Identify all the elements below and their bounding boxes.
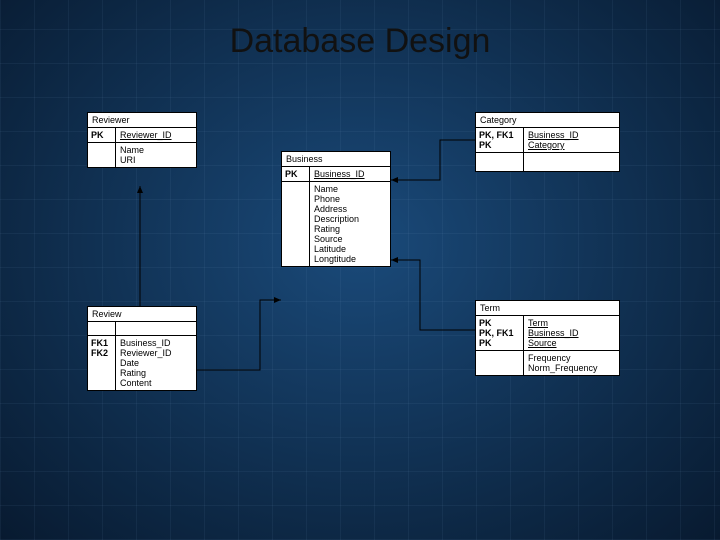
attrs: Frequency Norm_Frequency <box>524 351 619 375</box>
background-grid <box>0 0 720 540</box>
page-title: Database Design <box>0 22 720 61</box>
entity-reviewer: Reviewer PK Reviewer_ID Name URI <box>87 112 197 168</box>
pk-attr: Business_ID <box>310 167 390 181</box>
relationship-lines <box>0 0 720 540</box>
key-label: PK <box>88 128 116 142</box>
entity-header: Reviewer <box>88 113 196 128</box>
key-label <box>282 182 310 266</box>
entity-header: Business <box>282 152 390 167</box>
key-label <box>88 322 116 335</box>
pk-attr: Reviewer_ID <box>116 128 196 142</box>
entity-header: Term <box>476 301 619 316</box>
pk-attr: Term Business_ID Source <box>524 316 619 350</box>
key-label: PK PK, FK1 PK <box>476 316 524 350</box>
attrs: Name URI <box>116 143 196 167</box>
entity-header: Review <box>88 307 196 322</box>
attrs: Business_ID Reviewer_ID Date Rating Cont… <box>116 336 196 390</box>
key-label: PK, FK1 PK <box>476 128 524 152</box>
attrs: Name Phone Address Description Rating So… <box>310 182 390 266</box>
attrs <box>524 153 619 171</box>
entity-term: Term PK PK, FK1 PK Term Business_ID Sour… <box>475 300 620 376</box>
pk-attr <box>116 322 196 335</box>
key-label: PK <box>282 167 310 181</box>
key-label <box>88 143 116 167</box>
pk-attr: Business_ID Category <box>524 128 619 152</box>
key-label <box>476 351 524 375</box>
entity-category: Category PK, FK1 PK Business_ID Category <box>475 112 620 172</box>
entity-business: Business PK Business_ID Name Phone Addre… <box>281 151 391 267</box>
key-label <box>476 153 524 171</box>
entity-review: Review FK1 FK2 Business_ID Reviewer_ID D… <box>87 306 197 391</box>
key-label: FK1 FK2 <box>88 336 116 390</box>
entity-header: Category <box>476 113 619 128</box>
